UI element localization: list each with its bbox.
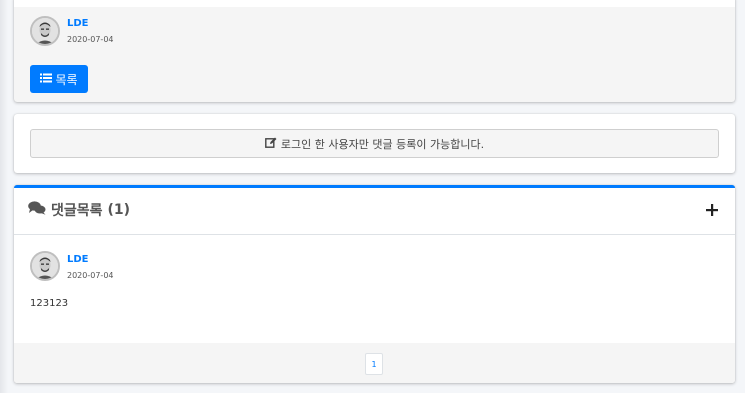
comments-header: 댓글목록 (1) (14, 188, 735, 235)
author-avatar (30, 16, 60, 46)
comment-text: 123123 (30, 298, 69, 309)
login-notice-text: 로그인 한 사용자만 댓글 등록이 가능합니다. (280, 137, 485, 151)
edit-icon (265, 137, 277, 151)
post-body-bottom (14, 0, 735, 7)
comments-card: 댓글목록 (1) LDE 2020-07-04 123123 1 (14, 185, 735, 383)
comments-count: (1) (107, 202, 131, 218)
sidebar-edge (0, 0, 8, 393)
comments-icon (28, 201, 46, 219)
list-button[interactable]: 목록 (30, 65, 88, 93)
login-required-notice: 로그인 한 사용자만 댓글 등록이 가능합니다. (30, 129, 719, 158)
add-comment-button[interactable] (703, 201, 721, 219)
post-info-card: LDE 2020-07-04 목록 (14, 0, 735, 102)
page-link-1[interactable]: 1 (365, 353, 383, 375)
list-icon (40, 72, 53, 86)
comment-date: 2020-07-04 (67, 271, 114, 280)
plus-icon (706, 204, 718, 216)
comment-author-name[interactable]: LDE (67, 254, 89, 265)
comment-form-card: 로그인 한 사용자만 댓글 등록이 가능합니다. (14, 114, 735, 173)
comment-author-avatar (30, 251, 60, 281)
comments-title-label: 댓글목록 (51, 203, 103, 219)
comments-title: 댓글목록 (1) (28, 200, 130, 220)
list-button-label: 목록 (55, 72, 78, 87)
author-name[interactable]: LDE (67, 18, 89, 29)
comments-footer: 1 (14, 343, 735, 383)
post-date: 2020-07-04 (67, 35, 114, 44)
